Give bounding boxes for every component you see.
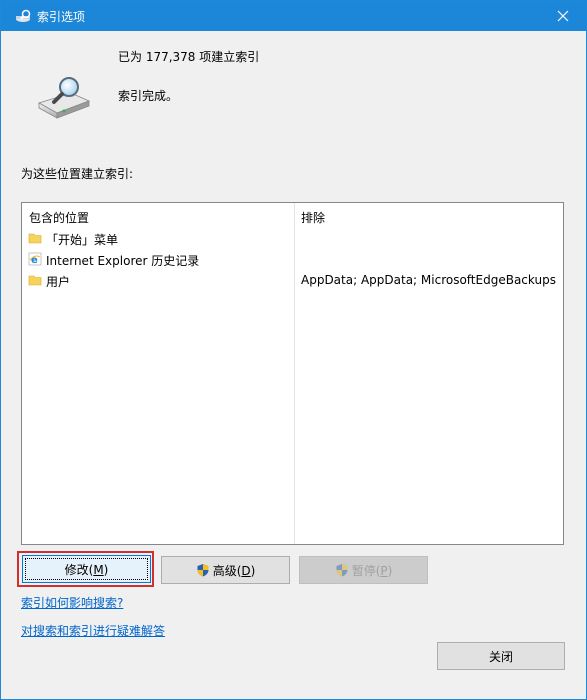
close-icon xyxy=(557,10,569,22)
internet-explorer-icon: e xyxy=(28,252,42,266)
pause-button[interactable]: 暂停(P) xyxy=(299,556,428,584)
drive-search-icon xyxy=(37,77,91,119)
location-exclusions: AppData; AppData; MicrosoftEdgeBackups xyxy=(301,273,556,287)
close-button[interactable]: 关闭 xyxy=(437,642,565,670)
keyboard-focus-rect xyxy=(25,558,148,580)
indexed-count-text: 已为 177,378 项建立索引 xyxy=(118,50,260,64)
indexing-options-icon xyxy=(16,9,31,22)
location-name: 「开始」菜单 xyxy=(46,233,119,247)
list-item[interactable]: e Internet Explorer 历史记录 xyxy=(22,249,563,270)
list-item[interactable]: 用户 AppData; AppData; MicrosoftEdgeBackup… xyxy=(22,270,563,291)
indexed-locations-list[interactable]: 包含的位置 排除 「开始」菜单 e Internet Explorer 历史记录 xyxy=(21,202,564,545)
close-window-button[interactable] xyxy=(540,1,586,31)
window-title: 索引选项 xyxy=(37,10,86,24)
modify-button[interactable]: 修改(M) xyxy=(22,555,151,583)
column-header-included[interactable]: 包含的位置 xyxy=(29,209,89,226)
uac-shield-icon xyxy=(336,564,348,577)
indexing-options-window: 索引选项 已为 177,378 项建立索引 索引完成。 为这些位置建立索引: 包… xyxy=(0,0,587,700)
folder-icon xyxy=(28,275,42,286)
locations-label: 为这些位置建立索引: xyxy=(21,167,134,181)
pause-button-label: 暂停(P) xyxy=(351,563,393,578)
indexing-status-text: 索引完成。 xyxy=(118,89,179,103)
column-header-excluded[interactable]: 排除 xyxy=(301,209,325,226)
uac-shield-icon xyxy=(197,564,209,577)
close-button-label: 关闭 xyxy=(488,649,513,664)
advanced-button[interactable]: 高级(D) xyxy=(161,556,290,584)
location-name: Internet Explorer 历史记录 xyxy=(46,254,200,268)
title-bar[interactable]: 索引选项 xyxy=(1,1,586,31)
advanced-button-label: 高级(D) xyxy=(212,563,256,578)
folder-icon xyxy=(28,233,42,244)
list-item[interactable]: 「开始」菜单 xyxy=(22,228,563,249)
location-name: 用户 xyxy=(46,275,71,289)
troubleshoot-search-link[interactable]: 对搜索和索引进行疑难解答 xyxy=(21,622,165,639)
how-indexing-affects-search-link[interactable]: 索引如何影响搜索? xyxy=(21,594,123,611)
